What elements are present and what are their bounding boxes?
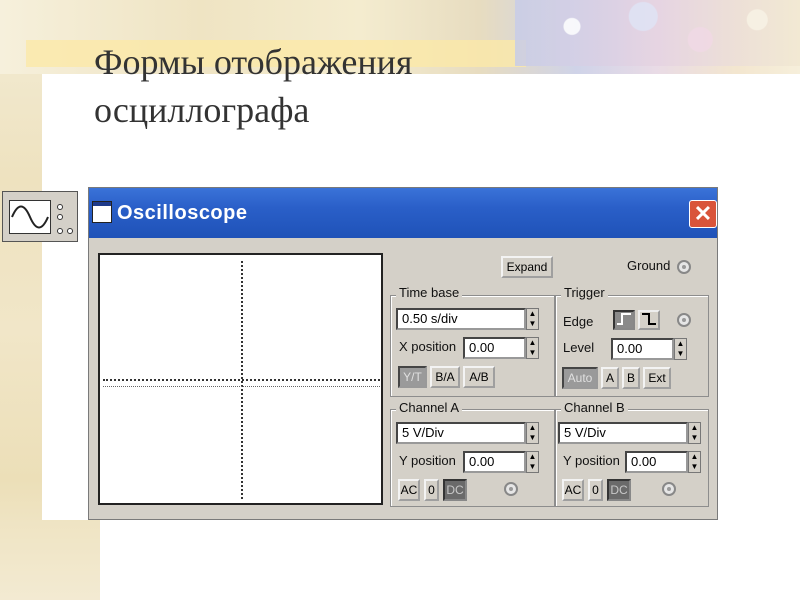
trigger-ext-button[interactable]: Ext (643, 367, 671, 389)
channel-a-title: Channel A (396, 400, 462, 415)
terminal-dot-icon (57, 204, 63, 210)
channel-a-scale-spinner[interactable]: ▲ ▼ (526, 422, 539, 444)
trigger-b-button[interactable]: B (622, 367, 640, 389)
horizontal-axis-secondary (103, 386, 380, 387)
window-icon (92, 201, 112, 223)
trigger-auto-button[interactable]: Auto (562, 367, 598, 389)
mode-yt-button[interactable]: Y/T (398, 366, 427, 388)
channel-b-dc-button[interactable]: DC (607, 479, 631, 501)
spin-up-icon: ▲ (528, 338, 537, 347)
oscilloscope-instrument-icon[interactable] (2, 191, 78, 242)
spin-up-icon: ▲ (528, 309, 537, 318)
ground-label: Ground (627, 258, 671, 273)
mode-ab-button[interactable]: A/B (463, 366, 495, 388)
spin-down-icon: ▼ (690, 462, 699, 471)
slide-title: Формы отображения осциллографа (94, 38, 614, 134)
slide-decor-bottom (0, 520, 100, 600)
channel-b-y-position-field[interactable]: 0.00 (625, 451, 688, 473)
oscilloscope-display (98, 253, 383, 505)
mode-ba-button[interactable]: B/A (430, 366, 460, 388)
window-titlebar[interactable]: Oscilloscope ✕ (89, 188, 717, 238)
slide-title-line2: осциллографа (94, 90, 310, 130)
channel-a-y-position-label: Y position (399, 453, 456, 468)
terminal-dot-icon (67, 228, 73, 234)
channel-b-scale-spinner[interactable]: ▲ ▼ (688, 422, 701, 444)
trigger-a-button[interactable]: A (601, 367, 619, 389)
falling-edge-icon[interactable] (638, 310, 660, 330)
time-base-title: Time base (396, 285, 463, 300)
channel-a-y-position-spinner[interactable]: ▲ ▼ (526, 451, 539, 473)
trigger-title: Trigger (561, 285, 608, 300)
sine-wave-icon (9, 200, 51, 234)
close-button[interactable]: ✕ (689, 200, 717, 228)
spin-down-icon: ▼ (528, 462, 537, 471)
channel-a-dc-button[interactable]: DC (443, 479, 467, 501)
horizontal-axis (103, 379, 380, 381)
window-title: Oscilloscope (117, 202, 248, 224)
time-base-field[interactable]: 0.50 s/div (396, 308, 526, 330)
channel-a-y-position-field[interactable]: 0.00 (463, 451, 526, 473)
time-base-spinner[interactable]: ▲ ▼ (526, 308, 539, 330)
x-position-label: X position (399, 339, 457, 354)
x-position-spinner[interactable]: ▲ ▼ (526, 337, 539, 359)
spin-down-icon: ▼ (528, 319, 537, 328)
spin-down-icon: ▼ (528, 433, 537, 442)
terminal-dot-icon (57, 214, 63, 220)
terminal-dot-icon (57, 228, 63, 234)
spin-up-icon: ▲ (528, 452, 537, 461)
channel-a-scale-field[interactable]: 5 V/Div (396, 422, 526, 444)
trigger-level-spinner[interactable]: ▲ ▼ (674, 338, 687, 360)
spin-up-icon: ▲ (676, 339, 685, 348)
spin-down-icon: ▼ (690, 433, 699, 442)
spin-down-icon: ▼ (676, 349, 685, 358)
trigger-level-field[interactable]: 0.00 (611, 338, 674, 360)
channel-b-terminal[interactable] (662, 482, 676, 496)
channel-a-terminal[interactable] (504, 482, 518, 496)
spin-up-icon: ▲ (690, 452, 699, 461)
spin-down-icon: ▼ (528, 348, 537, 357)
slide-decor-left (0, 0, 42, 600)
trigger-terminal[interactable] (677, 313, 691, 327)
slide-title-line1: Формы отображения (94, 42, 413, 82)
rising-edge-icon[interactable] (613, 310, 635, 330)
spin-up-icon: ▲ (528, 423, 537, 432)
oscilloscope-window: Oscilloscope ✕ Expand Ground Time base 0… (88, 187, 718, 520)
level-label: Level (563, 340, 595, 355)
channel-b-zero-button[interactable]: 0 (588, 479, 603, 501)
spin-up-icon: ▲ (690, 423, 699, 432)
channel-a-ac-button[interactable]: AC (398, 479, 420, 501)
channel-b-scale-field[interactable]: 5 V/Div (558, 422, 688, 444)
ground-terminal[interactable] (677, 260, 691, 274)
channel-a-zero-button[interactable]: 0 (424, 479, 439, 501)
expand-button[interactable]: Expand (501, 256, 553, 278)
x-position-field[interactable]: 0.00 (463, 337, 526, 359)
channel-b-y-position-spinner[interactable]: ▲ ▼ (688, 451, 701, 473)
edge-label: Edge (563, 314, 594, 329)
channel-b-ac-button[interactable]: AC (562, 479, 584, 501)
channel-b-y-position-label: Y position (563, 453, 620, 468)
channel-b-title: Channel B (561, 400, 628, 415)
